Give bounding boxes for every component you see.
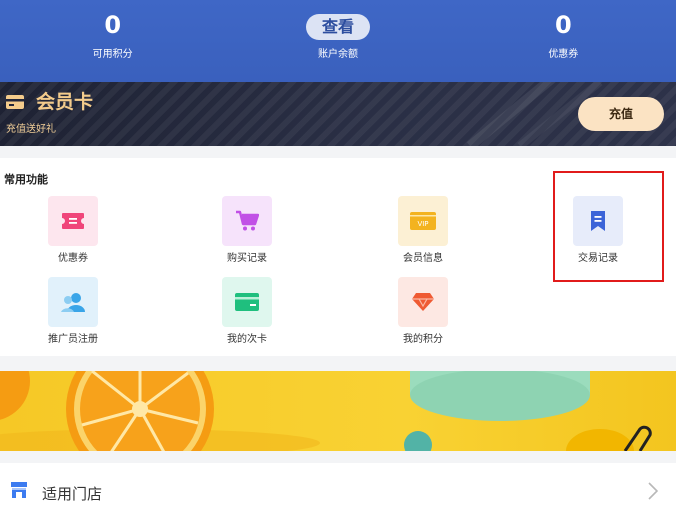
recharge-button[interactable]: 充值: [578, 97, 664, 131]
cart-icon: [236, 210, 259, 231]
function-label: 优惠券: [58, 253, 88, 264]
balance-stat: 查看 账户余额: [225, 0, 450, 82]
function-label: 我的次卡: [227, 334, 267, 345]
gem-icon: [412, 293, 434, 311]
member-card-title-row: 会员卡: [6, 90, 93, 114]
function-promoter-register[interactable]: 推广员注册: [8, 277, 138, 347]
function-label: 推广员注册: [48, 334, 98, 345]
gem-icon-box: [398, 277, 448, 327]
users-icon: [61, 293, 85, 312]
view-balance-button[interactable]: 查看: [305, 14, 370, 40]
member-card-banner: 会员卡 充值送好礼 充值: [0, 82, 676, 146]
function-label: 购买记录: [227, 253, 267, 264]
points-label: 可用积分: [92, 49, 133, 60]
card-icon: [235, 293, 259, 311]
applicable-stores-row[interactable]: 适用门店: [0, 463, 676, 514]
vip-icon-box: VIP: [398, 196, 448, 246]
points-value: 0: [104, 11, 122, 39]
card-icon-box: [222, 277, 272, 327]
member-card-title: 会员卡: [36, 91, 94, 113]
coupons-value: 0: [554, 11, 572, 39]
function-label: 会员信息: [403, 253, 443, 264]
account-stats-header: 0 可用积分 查看 账户余额 0 优惠券: [0, 0, 676, 82]
card-decoration: [466, 82, 603, 146]
applicable-stores-label: 适用门店: [42, 485, 103, 503]
function-member-info[interactable]: VIP 会员信息: [358, 196, 488, 266]
cart-icon-box: [222, 196, 272, 246]
function-coupons[interactable]: 优惠券: [8, 196, 138, 266]
balance-label: 账户余额: [317, 49, 358, 60]
vip-card-icon: VIP: [410, 212, 436, 230]
highlight-box: [553, 171, 664, 282]
coupon-icon-box: [48, 196, 98, 246]
store-icon: [11, 482, 27, 498]
promo-banner-image[interactable]: [0, 371, 676, 451]
function-label: 我的积分: [403, 334, 443, 345]
function-my-points[interactable]: 我的积分: [358, 277, 488, 347]
wallet-icon: [6, 95, 24, 109]
svg-text:VIP: VIP: [417, 220, 428, 228]
chevron-right-icon: [648, 482, 658, 500]
function-purchase-records[interactable]: 购买记录: [182, 196, 312, 266]
ticket-icon: [62, 213, 84, 229]
member-card-subtitle: 充值送好礼: [6, 124, 56, 135]
common-functions-title: 常用功能: [4, 173, 48, 186]
coupons-stat[interactable]: 0 优惠券: [451, 0, 676, 82]
users-icon-box: [48, 277, 98, 327]
function-my-punch-card[interactable]: 我的次卡: [182, 277, 312, 347]
points-stat[interactable]: 0 可用积分: [0, 0, 225, 82]
coupons-label: 优惠券: [548, 49, 579, 60]
orange-fruit-illustration: [0, 371, 652, 451]
